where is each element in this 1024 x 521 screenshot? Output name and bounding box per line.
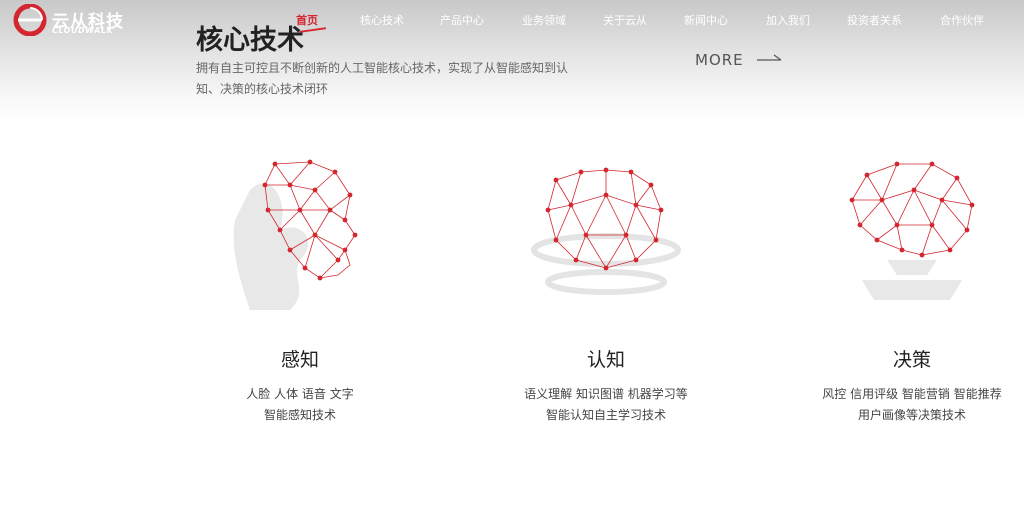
nav-item-news[interactable]: 新闻中心 [684,12,728,28]
cloudwalk-logo-icon [13,4,47,36]
feature-cognition: 认知 语义理解 知识图谱 机器学习等 智能认知自主学习技术 [456,150,756,426]
feature-cognition-line-2: 智能认知自主学习技术 [545,408,666,422]
feature-cognition-illustration [456,150,756,325]
nav-item-products[interactable]: 产品中心 [440,12,484,28]
feature-perception-line-2: 智能感知技术 [263,408,336,422]
feature-cognition-line-1: 语义理解 知识图谱 机器学习等 [524,387,688,401]
feature-decision-title: 决策 [892,349,931,371]
feature-perception: 感知 人脸 人体 语音 文字 智能感知技术 [150,150,450,426]
nav-item-investors[interactable]: 投资者关系 [847,12,902,28]
brand-name-en: CLOUDWALK [52,26,114,35]
arrow-right-icon [757,54,782,61]
more-label: MORE [695,51,744,69]
feature-perception-illustration [150,150,450,325]
more-link[interactable]: MORE [695,50,782,70]
brain-network-icon [849,161,975,300]
nav-item-about[interactable]: 关于云从 [603,12,647,28]
brand-logo[interactable]: 云从科技 CLOUDWALK [12,4,132,38]
feature-perception-title: 感知 [280,349,319,371]
globe-network-icon [531,167,681,295]
nav-item-join[interactable]: 加入我们 [766,12,810,28]
section-description: 拥有自主可控且不断创新的人工智能核心技术，实现了从智能感知到认知、决策的核心技术… [196,61,569,96]
feature-perception-line-1: 人脸 人体 语音 文字 [246,387,354,401]
feature-decision-line-1: 风控 信用评级 智能营销 智能推荐 [822,387,1002,401]
nav-item-core-tech[interactable]: 核心技术 [360,12,404,28]
nav-item-partners[interactable]: 合作伙伴 [940,12,984,28]
nav-item-business[interactable]: 业务领域 [522,12,566,28]
section-title: 核心技术 [196,25,304,56]
face-network-icon [233,159,358,310]
feature-decision-line-2: 用户画像等决策技术 [857,408,966,422]
main-nav: 首页 核心技术 产品中心 业务领域 关于云从 新闻中心 加入我们 投资者关系 合… [280,12,1024,28]
feature-decision-illustration [762,150,1024,325]
feature-cognition-title: 认知 [586,349,625,371]
feature-decision: 决策 风控 信用评级 智能营销 智能推荐 用户画像等决策技术 [762,150,1024,426]
